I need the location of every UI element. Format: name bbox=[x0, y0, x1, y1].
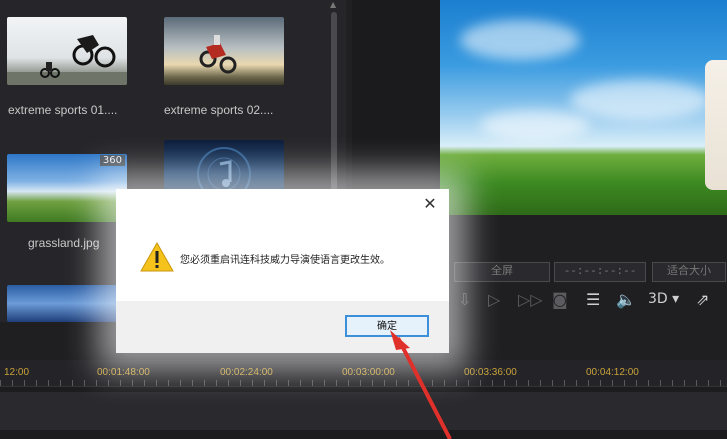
motocross-jump-image bbox=[199, 35, 237, 74]
snapshot-icon[interactable]: ◙ bbox=[552, 290, 568, 309]
dialog-body: ✕ 您必须重启讯连科技威力导演使语言更改生效。 bbox=[116, 189, 449, 301]
ruler-label: 00:03:00:00 bbox=[342, 367, 395, 378]
bike-jump-image bbox=[7, 35, 127, 85]
fast-forward-icon[interactable]: ▷▷ bbox=[518, 290, 543, 309]
pop-out-icon[interactable]: ⇗ bbox=[696, 290, 709, 309]
ruler-label: 12:00 bbox=[4, 367, 30, 378]
3d-mode-toggle[interactable]: 3D ▾ bbox=[648, 291, 679, 307]
dialog-message: 您必须重启讯连科技威力导演使语言更改生效。 bbox=[180, 255, 390, 266]
volume-icon[interactable]: 🔈 bbox=[616, 290, 636, 309]
media-thumbnail-extreme-sports-02[interactable] bbox=[164, 17, 284, 85]
360-badge: 360 bbox=[99, 155, 125, 166]
timeline-ruler[interactable]: 12:00 00:01:48:00 00:02:24:00 00:03:00:0… bbox=[0, 360, 727, 387]
preview-controls: 全屏 --:--:--:-- 适合大小 ⇩ ▷ ▷▷ ◙ ☰ 🔈 3D ▾ ⇗ bbox=[440, 258, 727, 322]
ruler-label: 00:03:36:00 bbox=[464, 367, 517, 378]
warning-icon bbox=[140, 241, 174, 272]
fullscreen-field[interactable]: 全屏 bbox=[454, 262, 550, 282]
fit-size-dropdown[interactable]: 适合大小 bbox=[652, 262, 726, 282]
ruler-label: 00:02:24:00 bbox=[220, 367, 273, 378]
timeline-track[interactable] bbox=[0, 392, 727, 430]
subtitle-icon[interactable]: ☰ bbox=[586, 290, 600, 309]
person-figure bbox=[705, 60, 727, 190]
media-item-label: extreme sports 01.... bbox=[8, 103, 118, 117]
ruler-label: 00:04:12:00 bbox=[586, 367, 639, 378]
scroll-up-icon[interactable]: ▲ bbox=[330, 0, 336, 9]
media-thumbnail-sky[interactable] bbox=[7, 285, 127, 322]
ruler-ticks bbox=[0, 380, 727, 386]
media-item-label: extreme sports 02.... bbox=[164, 103, 274, 117]
close-icon[interactable]: ✕ bbox=[419, 193, 441, 215]
ruler-label: 00:01:48:00 bbox=[97, 367, 150, 378]
timecode-field[interactable]: --:--:--:-- bbox=[554, 262, 646, 282]
timeline-panel: 12:00 00:01:48:00 00:02:24:00 00:03:00:0… bbox=[0, 360, 727, 439]
play-icon[interactable]: ▷ bbox=[488, 290, 500, 309]
media-thumbnail-extreme-sports-01[interactable] bbox=[7, 17, 127, 85]
restart-required-dialog: ✕ 您必须重启讯连科技威力导演使语言更改生效。 确定 bbox=[116, 189, 449, 353]
video-preview bbox=[440, 0, 727, 215]
ok-button[interactable]: 确定 bbox=[345, 315, 429, 337]
mark-in-icon[interactable]: ⇩ bbox=[458, 290, 471, 309]
media-item-label: grassland.jpg bbox=[28, 236, 100, 250]
media-thumbnail-grassland[interactable]: 360 bbox=[7, 154, 127, 222]
